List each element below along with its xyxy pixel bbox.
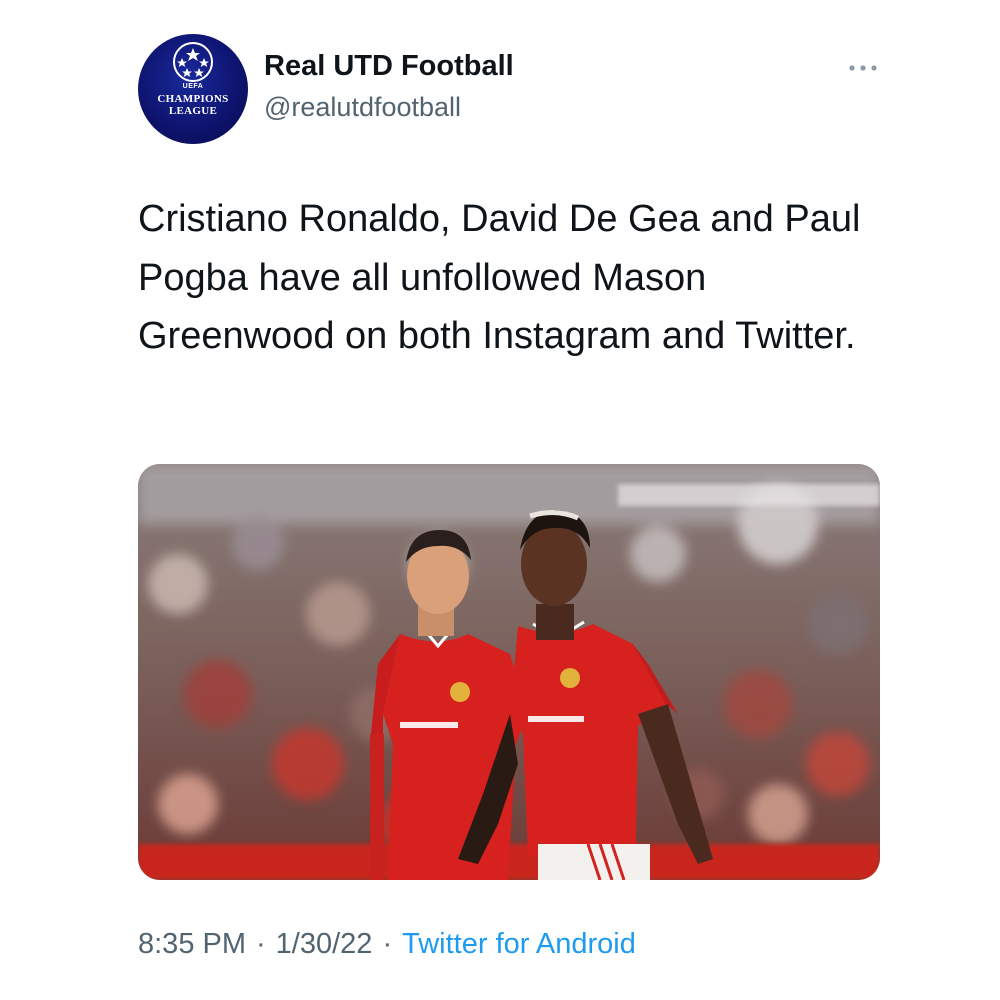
starball-icon (173, 42, 213, 82)
meta-separator: · (256, 928, 266, 960)
photo-two-players (138, 464, 880, 880)
meta-separator: · (382, 928, 393, 960)
tweet-text: Cristiano Ronaldo, David De Gea and Paul… (138, 198, 861, 357)
author-display-name[interactable]: Real UTD Football (264, 50, 514, 83)
tweet-source-link[interactable]: Twitter for Android (402, 928, 636, 960)
tweet-date[interactable]: 1/30/22 (276, 928, 373, 960)
avatar-league-text: LEAGUE (168, 105, 218, 117)
author-handle[interactable]: @realutdfootball (264, 92, 461, 123)
tweet-time[interactable]: 8:35 PM (138, 928, 246, 960)
tweet-photo[interactable] (138, 464, 880, 880)
more-horizontal-icon[interactable] (846, 56, 880, 80)
avatar-champions-text: CHAMPIONS (157, 93, 229, 105)
tweet-meta: 8:35 PM · 1/30/22 · Twitter for Android (138, 928, 636, 961)
avatar-uefa-text: UEFA (182, 83, 204, 90)
tweet-card: UEFA CHAMPIONS LEAGUE Real UTD Football … (0, 0, 1000, 1000)
avatar[interactable]: UEFA CHAMPIONS LEAGUE (138, 34, 248, 144)
